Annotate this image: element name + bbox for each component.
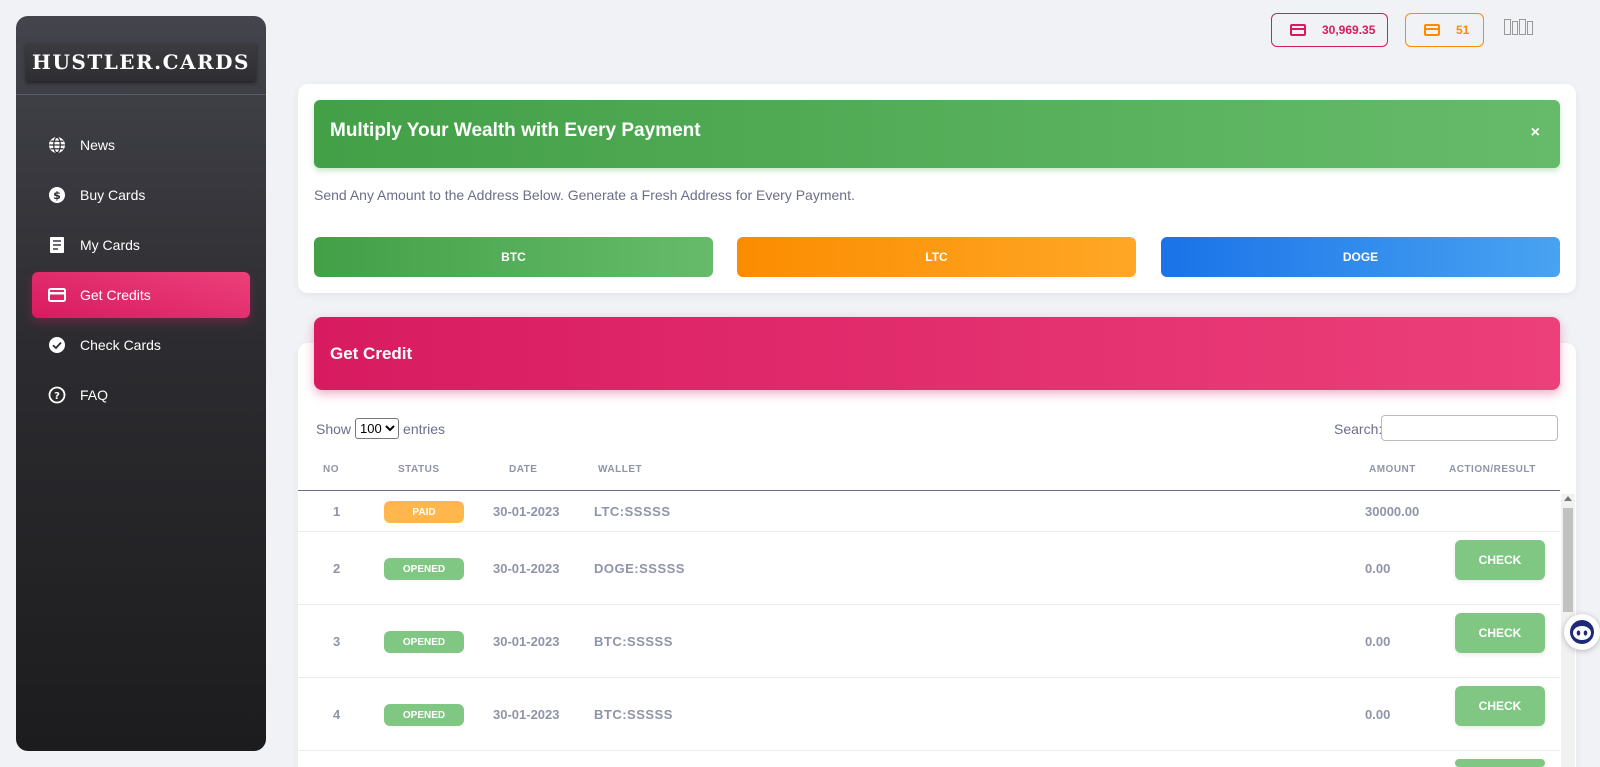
row-no: 3 (333, 634, 341, 649)
svg-text:$: $ (53, 189, 61, 202)
sidebar-divider (16, 94, 266, 95)
doge-button[interactable]: DOGE (1161, 237, 1560, 277)
sidebar-item-label: My Cards (80, 237, 140, 253)
status-badge: OPENED (384, 631, 464, 653)
cards-count-value: 51 (1456, 23, 1470, 37)
column-header-action[interactable]: ACTION/RESULT (1449, 464, 1536, 475)
credit-header: Get Credit (314, 317, 1560, 390)
row-amount: 0.00 (1365, 561, 1391, 576)
globe-icon (48, 136, 66, 154)
status-badge: PAID (384, 501, 464, 523)
language-flag-icon[interactable] (1504, 19, 1534, 35)
sidebar-nav: News $ Buy Cards My Cards Get Credits Ch… (32, 122, 250, 422)
scroll-up-icon[interactable] (1564, 496, 1572, 501)
row-date: 30-01-2023 (493, 504, 560, 519)
search-input[interactable] (1381, 415, 1558, 441)
check-button[interactable]: CHECK (1455, 540, 1545, 580)
show-label: Show (316, 420, 352, 437)
column-header-amount[interactable]: AMOUNT (1369, 464, 1416, 475)
row-amount: 30000.00 (1365, 504, 1420, 519)
credit-balance-badge[interactable]: 30,969.35 (1271, 13, 1388, 47)
table-row: 4 OPENED 30-01-2023 BTC:SSSSS 0.00 CHECK (298, 678, 1560, 751)
column-header-status[interactable]: STATUS (398, 464, 440, 475)
entries-label: entries (403, 420, 446, 437)
credit-balance-value: 30,969.35 (1322, 23, 1376, 37)
row-no: 4 (333, 707, 341, 722)
svg-text:?: ? (54, 391, 60, 402)
receipt-icon (48, 236, 66, 254)
row-date: 30-01-2023 (493, 634, 560, 649)
sidebar-item-buy-cards[interactable]: $ Buy Cards (32, 172, 250, 218)
row-wallet: BTC:SSSSS (594, 634, 673, 649)
brand-logo[interactable]: HUSTLER.CARDS (26, 43, 256, 81)
chat-bot-icon[interactable] (1564, 614, 1600, 650)
page-size-select[interactable]: 100 (355, 418, 400, 439)
promo-alert: Multiply Your Wealth with Every Payment … (314, 100, 1560, 168)
close-icon[interactable]: × (1531, 124, 1540, 142)
sidebar: HUSTLER.CARDS News $ Buy Cards My Cards … (16, 16, 266, 751)
check-button[interactable]: CHECK (1455, 686, 1545, 726)
scrollbar-thumb[interactable] (1563, 508, 1573, 612)
sidebar-item-label: FAQ (80, 387, 109, 403)
row-amount: 0.00 (1365, 634, 1391, 649)
row-wallet: BTC:SSSSS (594, 707, 673, 722)
btc-button[interactable]: BTC (314, 237, 713, 277)
check-button[interactable] (1455, 759, 1545, 767)
table-row: 3 OPENED 30-01-2023 BTC:SSSSS 0.00 CHECK (298, 605, 1560, 678)
payment-panel: Multiply Your Wealth with Every Payment … (298, 84, 1576, 293)
sidebar-item-label: News (80, 137, 116, 153)
cards-count-badge[interactable]: 51 (1405, 13, 1484, 47)
sidebar-item-check-cards[interactable]: Check Cards (32, 322, 250, 368)
credit-card-icon (48, 286, 66, 304)
row-no: 1 (333, 504, 341, 519)
row-date: 30-01-2023 (493, 561, 560, 576)
row-date: 30-01-2023 (493, 707, 560, 722)
table-row: 1 PAID 30-01-2023 LTC:SSSSS 30000.00 (298, 491, 1560, 532)
sidebar-item-label: Get Credits (80, 287, 151, 303)
check-button[interactable]: CHECK (1455, 613, 1545, 653)
row-wallet: LTC:SSSSS (594, 504, 671, 519)
credit-card-icon (1290, 24, 1306, 36)
column-header-wallet[interactable]: WALLET (598, 464, 642, 475)
row-wallet: DOGE:SSSSS (594, 561, 685, 576)
sidebar-item-label: Check Cards (80, 337, 161, 353)
check-circle-icon (48, 336, 66, 354)
column-header-date[interactable]: DATE (509, 464, 537, 475)
row-no: 2 (333, 561, 341, 576)
sidebar-item-get-credits[interactable]: Get Credits (32, 272, 250, 318)
help-icon: ? (48, 386, 66, 404)
promo-subtitle: Send Any Amount to the Address Below. Ge… (314, 187, 855, 203)
credit-title: Get Credit (330, 344, 413, 363)
search-label: Search: (1334, 421, 1383, 437)
column-header-no[interactable]: NO (323, 464, 339, 475)
status-badge: OPENED (384, 704, 464, 726)
credit-card-icon (1424, 24, 1440, 36)
row-amount: 0.00 (1365, 707, 1391, 722)
sidebar-item-my-cards[interactable]: My Cards (32, 222, 250, 268)
page-size-control: Show 100 entries (316, 418, 445, 439)
sidebar-item-news[interactable]: News (32, 122, 250, 168)
sidebar-item-faq[interactable]: ? FAQ (32, 372, 250, 418)
dollar-icon: $ (48, 186, 66, 204)
sidebar-item-label: Buy Cards (80, 187, 146, 203)
status-badge: OPENED (384, 558, 464, 580)
promo-title: Multiply Your Wealth with Every Payment (330, 120, 701, 141)
table-row: 2 OPENED 30-01-2023 DOGE:SSSSS 0.00 CHEC… (298, 532, 1560, 605)
ltc-button[interactable]: LTC (737, 237, 1136, 277)
